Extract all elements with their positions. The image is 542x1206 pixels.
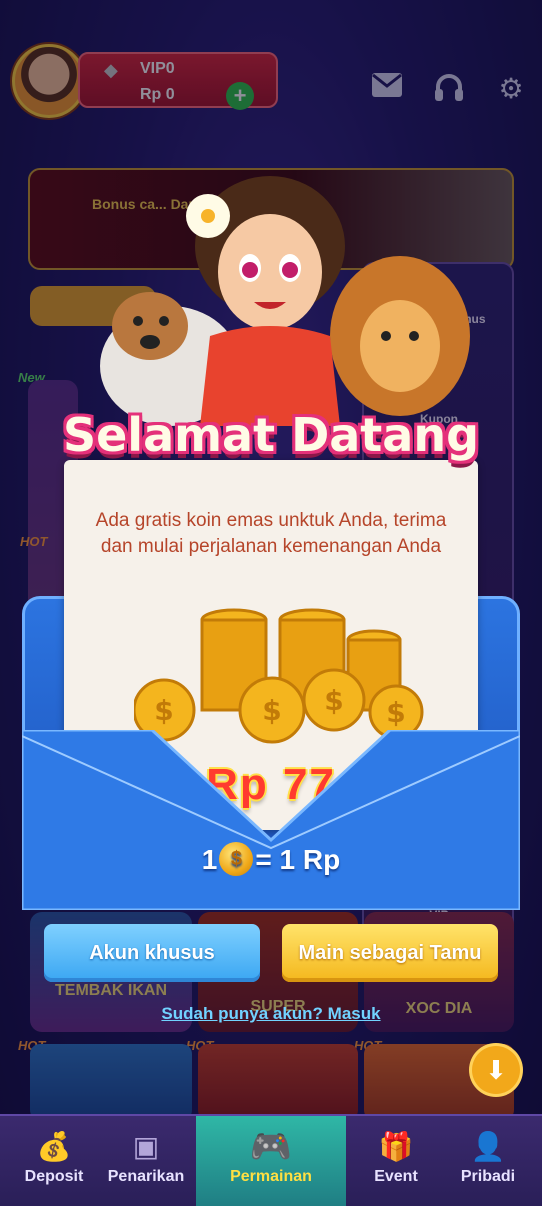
nav-penarikan[interactable]: ▣ Penarikan xyxy=(92,1116,200,1206)
bottom-nav: 💰 Deposit ▣ Penarikan 🎮 Permainan 🎁 Even… xyxy=(0,1114,542,1206)
nav-permainan[interactable]: 🎮 Permainan xyxy=(196,1116,346,1206)
svg-text:$: $ xyxy=(154,694,173,727)
mascot-characters-illustration xyxy=(100,176,470,426)
svg-text:$: $ xyxy=(262,694,281,727)
rate-right: = 1 Rp xyxy=(255,844,341,875)
exchange-rate: 1 $ = 1 Rp xyxy=(22,841,520,876)
coin-icon: $ xyxy=(219,841,254,876)
welcome-message: Ada gratis koin emas unktuk Anda, terima… xyxy=(95,510,447,557)
svg-text:$: $ xyxy=(386,696,405,729)
nav-pribadi[interactable]: 👤 Pribadi xyxy=(434,1116,542,1206)
arrow-down-icon[interactable]: ⬇ xyxy=(472,1046,520,1094)
withdraw-icon: ▣ xyxy=(132,1131,160,1162)
special-account-button[interactable]: Akun khusus xyxy=(44,924,260,982)
gold-coins-illustration: $ $ $ $ xyxy=(134,608,424,744)
rate-left: 1 xyxy=(201,844,218,875)
nav-label: Pribadi xyxy=(460,1168,516,1185)
nav-label: Permainan xyxy=(230,1168,312,1185)
profile-icon: 👤 xyxy=(470,1131,506,1162)
svg-text:$: $ xyxy=(324,684,343,717)
play-as-guest-button[interactable]: Main sebagai Tamu xyxy=(282,924,498,982)
nav-label: Penarikan xyxy=(107,1168,185,1185)
gamepad-icon: 🎮 xyxy=(249,1128,293,1166)
envelope-flap xyxy=(22,730,520,910)
welcome-title: Selamat Datang xyxy=(62,408,480,462)
envelope-front: 1 $ = 1 Rp xyxy=(22,730,520,910)
login-link[interactable]: Sudah punya akun? Masuk xyxy=(0,1004,542,1024)
